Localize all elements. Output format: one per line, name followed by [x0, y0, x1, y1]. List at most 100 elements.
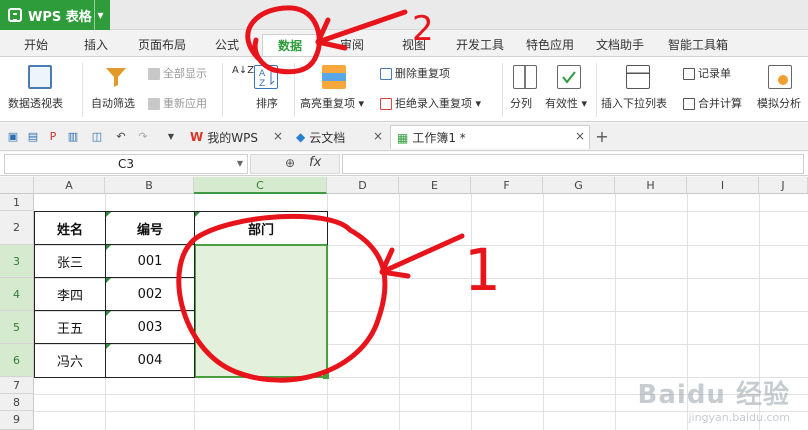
- table-header-cell[interactable]: 部门: [195, 212, 327, 244]
- column-header[interactable]: E: [399, 177, 471, 194]
- print-preview-icon[interactable]: ◫: [90, 130, 104, 144]
- text-to-columns-icon[interactable]: [513, 65, 537, 89]
- wps-w-icon: W: [190, 130, 204, 144]
- table-cell[interactable]: 李四: [35, 278, 105, 310]
- tab-formula[interactable]: 公式: [210, 34, 244, 56]
- tab-view[interactable]: 视图: [396, 34, 432, 56]
- consolidate-icon: [683, 98, 695, 110]
- add-tab-icon[interactable]: +: [595, 129, 609, 145]
- table-cell[interactable]: 003: [106, 311, 194, 343]
- tab-home[interactable]: 开始: [18, 34, 54, 56]
- insert-function-icon[interactable]: fx: [309, 155, 321, 170]
- column-header[interactable]: H: [615, 177, 687, 194]
- funnel-small-icon: [148, 68, 160, 80]
- column-header[interactable]: F: [471, 177, 543, 194]
- row-header[interactable]: 2: [0, 211, 34, 245]
- fill-handle[interactable]: [323, 373, 329, 379]
- close-icon[interactable]: ×: [372, 130, 384, 142]
- auto-filter-button[interactable]: 自动筛选: [91, 95, 135, 111]
- ribbon-toolbar: 数据透视表 自动筛选 全部显示 重新应用 A↓Z AZ 排序 高亮重复项 ▾ 删…: [0, 56, 808, 122]
- tab-developer[interactable]: 开发工具: [452, 34, 508, 56]
- consolidate-button[interactable]: 合并计算: [683, 95, 742, 111]
- chevron-down-icon[interactable]: ▼: [94, 0, 106, 30]
- tab-page-layout[interactable]: 页面布局: [134, 34, 190, 56]
- data-validation-button[interactable]: 有效性 ▾: [545, 95, 587, 111]
- row-header[interactable]: 4: [0, 278, 34, 311]
- column-header[interactable]: J: [759, 177, 808, 194]
- highlight-duplicates-button[interactable]: 高亮重复项 ▾: [300, 95, 364, 111]
- folder-open-icon[interactable]: ▣: [6, 130, 20, 144]
- doc-tab-workbook[interactable]: ▦ 工作簿1 *: [390, 125, 590, 149]
- baidu-watermark: Baidu 经验 jingyan.baidu.com: [638, 374, 790, 424]
- what-if-analysis-button[interactable]: 模拟分析: [757, 95, 801, 111]
- table-cell[interactable]: 张三: [35, 245, 105, 277]
- record-form-icon: [683, 68, 695, 80]
- watermark-url: jingyan.baidu.com: [688, 411, 790, 424]
- tab-data[interactable]: 数据: [262, 34, 318, 56]
- column-header[interactable]: B: [105, 177, 194, 194]
- undo-icon[interactable]: ↶: [114, 130, 128, 144]
- row-header[interactable]: 8: [0, 394, 34, 411]
- column-header[interactable]: C: [194, 177, 327, 194]
- column-header[interactable]: A: [34, 177, 105, 194]
- select-all-corner[interactable]: [0, 177, 34, 194]
- pivot-table-button[interactable]: 数据透视表: [8, 95, 63, 111]
- formula-input[interactable]: [342, 154, 804, 174]
- reject-duplicates-button[interactable]: 拒绝录入重复项 ▾: [380, 95, 481, 111]
- tab-special-apps[interactable]: 特色应用: [522, 34, 578, 56]
- data-validation-icon[interactable]: [557, 65, 581, 89]
- sort-button[interactable]: 排序: [256, 95, 278, 111]
- row-header[interactable]: 7: [0, 377, 34, 394]
- row-header[interactable]: 9: [0, 411, 34, 430]
- pivot-table-icon[interactable]: [28, 65, 52, 89]
- formula-bar: C3 ▼ ⊕ fx: [0, 152, 808, 176]
- tab-smart-toolbox[interactable]: 智能工具箱: [662, 34, 734, 56]
- close-icon[interactable]: ×: [272, 130, 284, 142]
- wps-app-menu-button[interactable]: WPS 表格 ▼: [0, 0, 110, 30]
- error-indicator-icon: [106, 212, 111, 217]
- row-header[interactable]: 6: [0, 344, 34, 377]
- funnel-icon[interactable]: [104, 65, 128, 89]
- column-header[interactable]: I: [687, 177, 759, 194]
- insert-dropdown-list-icon[interactable]: [626, 65, 650, 89]
- svg-text:Z: Z: [259, 79, 265, 88]
- column-header[interactable]: D: [327, 177, 399, 194]
- text-to-columns-button[interactable]: 分列: [510, 95, 532, 111]
- what-if-analysis-icon[interactable]: [768, 65, 792, 89]
- app-title: WPS 表格: [28, 9, 92, 25]
- table-header-cell[interactable]: 编号: [106, 212, 194, 244]
- table-cell[interactable]: 冯六: [35, 344, 105, 376]
- close-icon[interactable]: ×: [574, 130, 586, 142]
- record-form-button[interactable]: 记录单: [683, 65, 731, 81]
- table-cell[interactable]: 王五: [35, 311, 105, 343]
- insert-dropdown-list-button[interactable]: 插入下拉列表: [601, 95, 667, 111]
- row-header[interactable]: 1: [0, 194, 34, 211]
- name-box[interactable]: C3 ▼: [4, 154, 248, 174]
- reapply-button[interactable]: 重新应用: [148, 95, 207, 111]
- formula-tools: ⊕ fx: [250, 154, 340, 174]
- export-pdf-icon[interactable]: P: [46, 130, 60, 144]
- highlight-duplicates-icon[interactable]: [322, 65, 346, 89]
- print-icon[interactable]: ▥: [66, 130, 80, 144]
- chevron-down-icon[interactable]: ▼: [237, 155, 243, 173]
- show-all-button[interactable]: 全部显示: [148, 65, 207, 81]
- row-header[interactable]: 5: [0, 311, 34, 344]
- tab-doc-assistant[interactable]: 文档助手: [592, 34, 648, 56]
- table-cell[interactable]: 002: [106, 278, 194, 310]
- table-header-cell[interactable]: 姓名: [35, 212, 105, 244]
- sort-az-icon[interactable]: A↓Z: [232, 65, 254, 76]
- tab-review[interactable]: 审阅: [334, 34, 370, 56]
- error-indicator-icon: [106, 344, 111, 349]
- table-cell[interactable]: 001: [106, 245, 194, 277]
- remove-duplicates-button[interactable]: 删除重复项: [380, 65, 450, 81]
- sort-icon[interactable]: AZ: [254, 65, 278, 89]
- redo-icon[interactable]: ↷: [136, 130, 150, 144]
- customize-toolbar-icon[interactable]: ▼: [164, 130, 178, 144]
- save-icon[interactable]: ▤: [26, 130, 40, 144]
- zoom-search-icon[interactable]: ⊕: [285, 156, 295, 170]
- tab-insert[interactable]: 插入: [78, 34, 114, 56]
- selected-range[interactable]: [194, 244, 328, 378]
- row-header[interactable]: 3: [0, 245, 34, 278]
- column-header[interactable]: G: [543, 177, 615, 194]
- table-cell[interactable]: 004: [106, 344, 194, 376]
